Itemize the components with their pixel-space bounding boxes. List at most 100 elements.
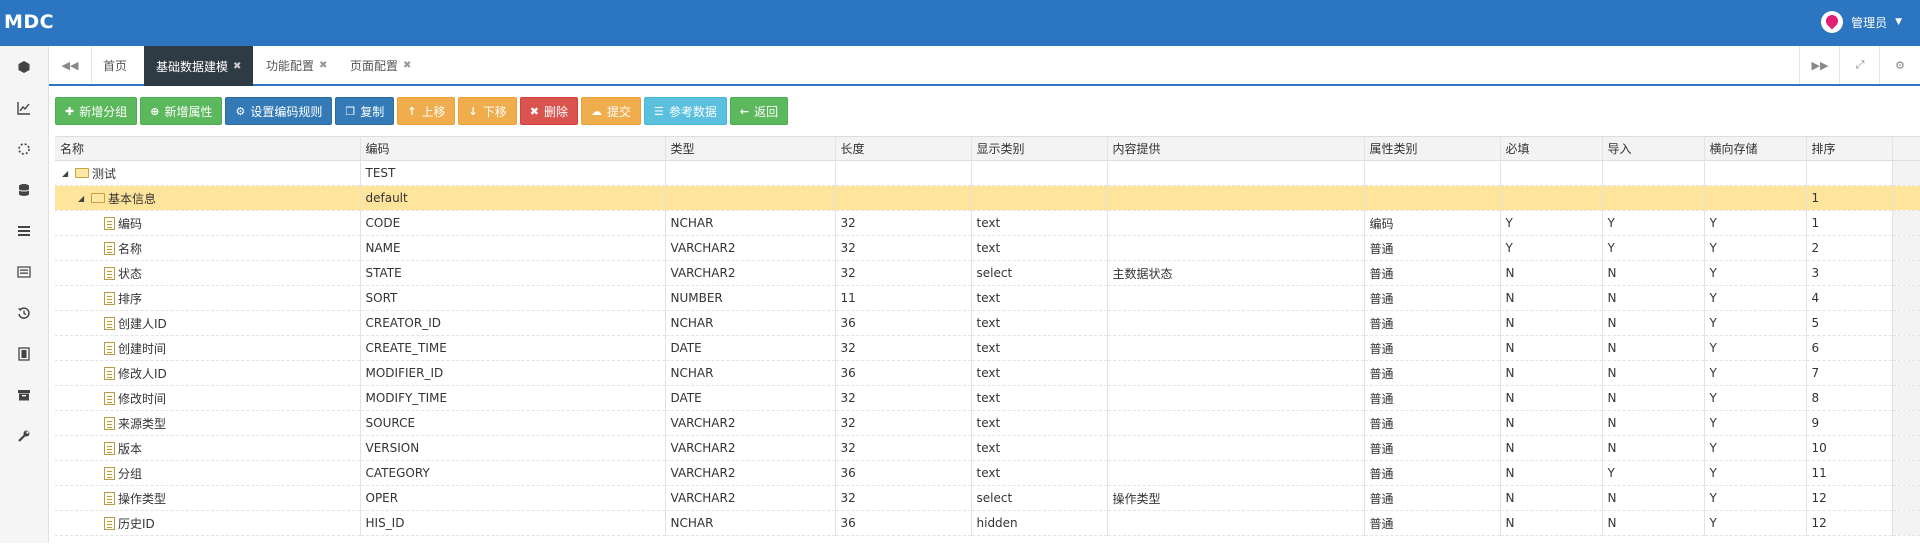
sidebar-item-history[interactable] (0, 292, 48, 333)
sidebar-item-list[interactable] (0, 210, 48, 251)
code-rule-button[interactable]: ⚙ 设置编码规则 (225, 97, 333, 125)
table-row[interactable]: 排序 SORT NUMBER 11 text 普通 N N Y 4 (55, 285, 1920, 311)
sidebar-item-film[interactable] (0, 333, 48, 374)
column-header[interactable]: 属性类别 (1364, 137, 1501, 161)
reference-data-button[interactable]: ☰ 参考数据 (643, 97, 727, 125)
sidebar (0, 46, 49, 543)
table-row[interactable]: 历史ID HIS_ID NCHAR 36 hidden 普通 N N Y 12 (55, 510, 1920, 536)
expand-toggle-icon[interactable]: ◢ (78, 194, 88, 203)
tab-label: 首页 (103, 58, 128, 73)
grid-cell: DATE (665, 335, 836, 361)
close-icon[interactable]: ✖ (403, 60, 411, 71)
sidebar-item-database[interactable] (0, 169, 48, 210)
table-row[interactable]: 操作类型 OPER VARCHAR2 32 select 操作类型 普通 N N Y 12 (55, 485, 1920, 511)
grid-cell: 普通 (1364, 310, 1501, 336)
tab-home[interactable]: 首页 (91, 46, 139, 84)
copy-button[interactable]: ❐ 复制 (335, 97, 395, 125)
tab-page-config[interactable]: 页面配置 ✖ (338, 46, 423, 84)
column-header[interactable]: 内容提供 (1107, 137, 1365, 161)
scrollbar-gutter (1892, 510, 1920, 536)
grid-cell: select (971, 485, 1108, 511)
grid-cell: Y (1704, 435, 1807, 461)
grid-cell: Y (1704, 385, 1807, 411)
column-header[interactable]: 显示类别 (971, 137, 1108, 161)
grid-cell: 1 (1806, 210, 1893, 236)
tab-scroll-left-button[interactable]: ◀◀ (49, 46, 92, 84)
grid-cell: 32 (835, 260, 972, 286)
close-icon[interactable]: ✖ (233, 61, 241, 72)
close-icon[interactable]: ✖ (319, 60, 327, 71)
attribute-name-cell: 名称 (55, 235, 361, 261)
column-header[interactable]: 类型 (665, 137, 836, 161)
add-attribute-button[interactable]: ⊕ 新增属性 (140, 97, 223, 125)
column-header[interactable]: 排序 (1806, 137, 1893, 161)
grid-cell: N (1602, 335, 1705, 361)
tab-strip: ◀◀ 首页 基础数据建模 ✖ 功能配置 ✖ 页面配置 ✖ ▶▶ ⤢ ⚙ (49, 46, 1920, 86)
sidebar-item-chart[interactable] (0, 87, 48, 128)
user-menu[interactable]: 管理员 ▼ (1821, 11, 1902, 33)
grid-cell: NCHAR (665, 310, 836, 336)
scrollbar-gutter (1892, 137, 1920, 161)
table-row[interactable]: 创建人ID CREATOR_ID NCHAR 36 text 普通 N N Y 5 (55, 310, 1920, 336)
column-header[interactable]: 导入 (1602, 137, 1705, 161)
column-header[interactable]: 长度 (835, 137, 972, 161)
table-row[interactable]: 修改时间 MODIFY_TIME DATE 32 text 普通 N N Y 8 (55, 385, 1920, 411)
plus-icon: ✚ (65, 104, 75, 118)
tab-function-config[interactable]: 功能配置 ✖ (254, 46, 339, 84)
tree-node: 修改人ID (60, 365, 355, 382)
grid-cell: N (1602, 260, 1705, 286)
sidebar-item-table-list[interactable] (0, 251, 48, 292)
move-up-button[interactable]: ↑ 上移 (397, 97, 456, 125)
expand-toggle-icon[interactable]: ◢ (62, 169, 72, 178)
back-button[interactable]: ← 返回 (729, 97, 789, 125)
table-row[interactable]: 创建时间 CREATE_TIME DATE 32 text 普通 N N Y 6 (55, 335, 1920, 361)
grid-cell: Y (1602, 235, 1705, 261)
tab-label: 功能配置 (266, 58, 315, 73)
sidebar-item-wrench[interactable] (0, 415, 48, 456)
table-row[interactable]: 分组 CATEGORY VARCHAR2 36 text 普通 N Y Y 11 (55, 460, 1920, 486)
grid-cell: Y (1704, 485, 1807, 511)
tab-scroll-right-button[interactable]: ▶▶ (1799, 46, 1840, 84)
grid-cell (1107, 410, 1365, 436)
grid-cell: 12 (1806, 510, 1893, 536)
tree-node: 历史ID (60, 515, 355, 532)
table-row[interactable]: 名称 NAME VARCHAR2 32 text 普通 Y Y Y 2 (55, 235, 1920, 261)
table-row[interactable]: 来源类型 SOURCE VARCHAR2 32 text 普通 N N Y 9 (55, 410, 1920, 436)
grid-cell: text (971, 435, 1108, 461)
delete-button[interactable]: ✖ 删除 (519, 97, 578, 125)
table-list-icon (17, 265, 31, 278)
arrow-left-icon: ← (739, 104, 750, 118)
grid-cell: hidden (971, 510, 1108, 536)
table-row[interactable]: 修改人ID MODIFIER_ID NCHAR 36 text 普通 N N Y 7 (55, 360, 1920, 386)
tree-node: 创建人ID (60, 315, 355, 332)
settings-button[interactable]: ⚙ (1879, 46, 1920, 84)
file-icon (104, 216, 115, 230)
table-row[interactable]: 版本 VERSION VARCHAR2 32 text 普通 N N Y 10 (55, 435, 1920, 461)
scrollbar-gutter (1892, 335, 1920, 361)
tree-row-group[interactable]: ◢ 基本信息 default 1 (55, 185, 1920, 211)
attribute-name-cell: 创建人ID (55, 310, 361, 336)
column-header[interactable]: 编码 (360, 137, 666, 161)
column-header[interactable]: 横向存储 (1704, 137, 1807, 161)
table-row[interactable]: 状态 STATE VARCHAR2 32 select 主数据状态 普通 N N Y 3 (55, 260, 1920, 286)
file-icon (104, 291, 115, 305)
table-row[interactable]: 编码 CODE NCHAR 32 text 编码 Y Y Y 1 (55, 210, 1920, 236)
tree-row-root[interactable]: ◢ 测试 TEST (55, 160, 1920, 186)
sidebar-item-spinner[interactable] (0, 128, 48, 169)
grid-cell: MODIFIER_ID (360, 360, 666, 386)
submit-button[interactable]: ☁ 提交 (580, 97, 641, 125)
tab-data-modeling[interactable]: 基础数据建模 ✖ (144, 46, 254, 86)
scrollbar-gutter (1892, 485, 1920, 511)
fullscreen-button[interactable]: ⤢ (1839, 46, 1880, 84)
column-header[interactable]: 名称 (55, 137, 361, 161)
app-logo: MDC (4, 11, 55, 33)
sidebar-item-archive[interactable] (0, 374, 48, 415)
add-group-button[interactable]: ✚ 新增分组 (55, 97, 138, 125)
move-down-button[interactable]: ↓ 下移 (458, 97, 517, 125)
toolbar: ✚ 新增分组 ⊕ 新增属性 ⚙ 设置编码规则 ❐ 复制 ↑ 上移 ↓ 下移 ✖ 删除 ☁ 提交 … (55, 97, 789, 125)
sidebar-item-cube[interactable] (0, 46, 48, 87)
column-header[interactable]: 必填 (1500, 137, 1603, 161)
grid-cell: Y (1704, 360, 1807, 386)
grid-cell: N (1602, 285, 1705, 311)
node-name: 分组 (118, 466, 143, 481)
